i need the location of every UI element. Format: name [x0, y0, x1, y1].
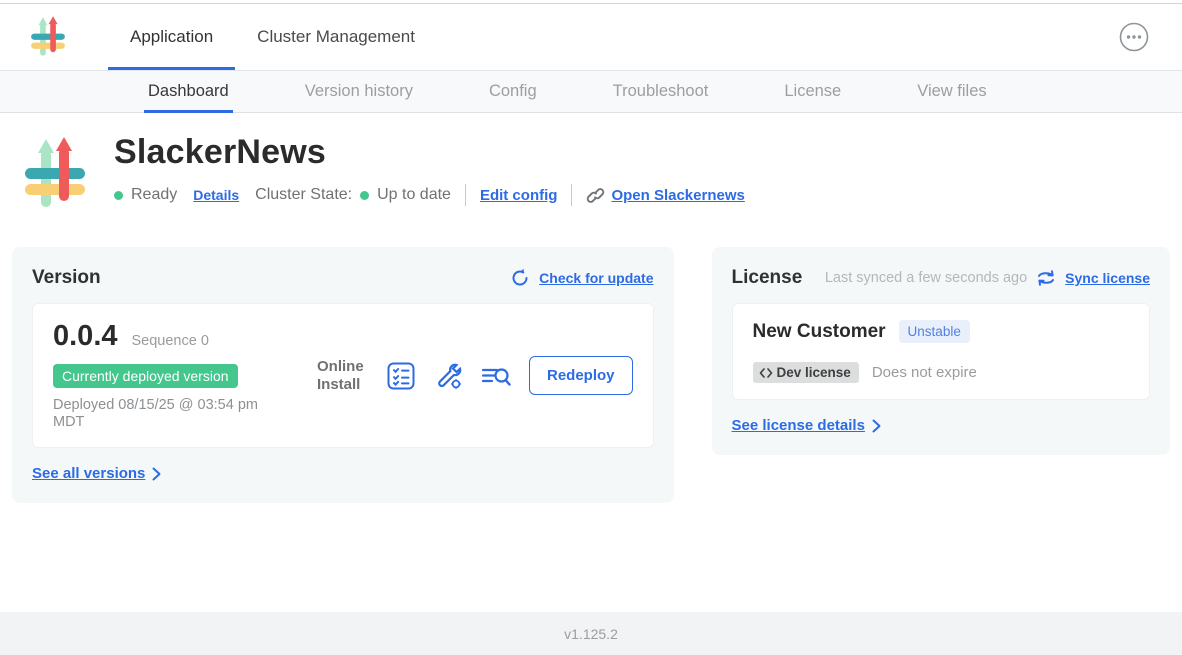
chevron-right-icon: [872, 419, 881, 433]
tab-cluster-management[interactable]: Cluster Management: [235, 4, 437, 70]
preflight-checks-button[interactable]: [387, 362, 415, 390]
tab-application[interactable]: Application: [108, 4, 235, 70]
wrench-gear-icon: [434, 362, 462, 390]
app-status-row: Ready Details Cluster State: Up to date …: [114, 184, 745, 206]
license-type-tag: Dev license: [753, 362, 859, 383]
sync-license-link[interactable]: Sync license: [1065, 270, 1150, 286]
license-card-title: License: [732, 267, 803, 289]
lines-magnifier-icon: [481, 362, 511, 390]
subnav-version-history-label: Version history: [305, 82, 413, 101]
chevron-right-icon: [152, 467, 161, 481]
app-header-block: SlackerNews Ready Details Cluster State:…: [22, 133, 1182, 211]
license-type-label: Dev license: [777, 365, 851, 380]
see-all-versions-link[interactable]: See all versions: [32, 465, 161, 482]
see-license-details-link[interactable]: See license details: [732, 417, 881, 434]
overflow-menu-button[interactable]: [1118, 21, 1150, 53]
install-type-label: Online Install: [317, 358, 371, 393]
channel-badge: Unstable: [899, 320, 970, 343]
edit-config-link[interactable]: Edit config: [480, 187, 558, 204]
subnav-config-label: Config: [489, 82, 537, 101]
subnav-troubleshoot-label: Troubleshoot: [613, 82, 709, 101]
customer-name: New Customer: [753, 321, 886, 343]
sequence-label: Sequence 0: [132, 333, 209, 349]
header-tabs: Application Cluster Management: [108, 4, 437, 70]
sync-icon: [1036, 269, 1056, 287]
license-details-panel: New Customer Unstable Dev license Does n…: [732, 303, 1150, 400]
open-slackernews-label: Open Slackernews: [611, 187, 744, 204]
dashboard-main: SlackerNews Ready Details Cluster State:…: [0, 113, 1182, 612]
divider: [571, 184, 572, 206]
license-expiry-text: Does not expire: [872, 364, 977, 381]
subnav-tab-dashboard[interactable]: Dashboard: [146, 71, 231, 112]
license-card: License Last synced a few seconds ago Sy…: [712, 247, 1170, 455]
cluster-state-value: Up to date: [377, 186, 451, 204]
version-number: 0.0.4: [53, 320, 118, 353]
current-version-panel: 0.0.4 Sequence 0 Currently deployed vers…: [32, 303, 654, 448]
link-icon: [586, 186, 605, 205]
checklist-icon: [387, 362, 415, 390]
app-status-dot: [114, 191, 123, 200]
slackernews-logo-icon: [22, 137, 88, 211]
subnav-tab-view-files[interactable]: View files: [915, 71, 988, 112]
subnav-tab-license[interactable]: License: [782, 71, 843, 112]
page-title: SlackerNews: [114, 133, 745, 172]
details-link[interactable]: Details: [193, 187, 239, 203]
app-status-text: Ready: [131, 186, 177, 204]
top-navbar: Application Cluster Management: [0, 4, 1182, 70]
view-logs-button[interactable]: [481, 362, 509, 390]
divider: [465, 184, 466, 206]
subnav-view-files-label: View files: [917, 82, 986, 101]
app-footer: v1.125.2: [0, 612, 1182, 655]
check-for-update-link[interactable]: Check for update: [539, 270, 653, 286]
last-synced-text: Last synced a few seconds ago: [825, 270, 1027, 286]
tab-cluster-management-label: Cluster Management: [257, 27, 415, 47]
cluster-state-dot: [360, 191, 369, 200]
currently-deployed-badge: Currently deployed version: [53, 364, 238, 388]
app-logo-icon: [30, 16, 66, 58]
version-card: Version Check for update 0.0.4 Sequence …: [12, 247, 674, 503]
app-subnav: Dashboard Version history Config Trouble…: [0, 70, 1182, 113]
subnav-dashboard-label: Dashboard: [148, 82, 229, 101]
open-slackernews-link[interactable]: Open Slackernews: [586, 186, 744, 205]
ellipsis-circle-icon: [1118, 21, 1150, 53]
code-icon: [759, 367, 773, 379]
tab-application-label: Application: [130, 27, 213, 47]
version-card-title: Version: [32, 267, 101, 289]
cluster-state-label: Cluster State:: [255, 186, 352, 204]
see-all-versions-label: See all versions: [32, 465, 145, 482]
subnav-tab-troubleshoot[interactable]: Troubleshoot: [611, 71, 711, 112]
deployed-timestamp: Deployed 08/15/25 @ 03:54 pm MDT: [53, 397, 291, 431]
subnav-license-label: License: [784, 82, 841, 101]
console-version: v1.125.2: [564, 626, 618, 642]
redeploy-button[interactable]: Redeploy: [529, 356, 633, 395]
subnav-tab-version-history[interactable]: Version history: [303, 71, 415, 112]
edit-config-version-button[interactable]: [434, 362, 462, 390]
see-license-details-label: See license details: [732, 417, 865, 434]
subnav-tab-config[interactable]: Config: [487, 71, 539, 112]
refresh-icon: [510, 268, 530, 288]
